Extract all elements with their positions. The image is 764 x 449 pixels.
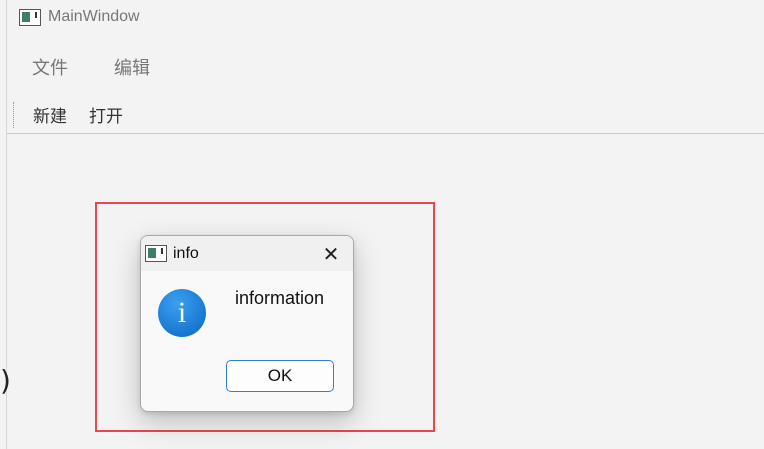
dialog-message: information — [235, 288, 325, 308]
close-icon[interactable]: ✕ — [319, 242, 343, 266]
dialog-app-icon — [145, 245, 167, 262]
menu-file[interactable]: 文件 — [32, 54, 68, 80]
menu-edit[interactable]: 编辑 — [114, 54, 150, 80]
dialog-titlebar: info ✕ — [141, 236, 353, 271]
toolbar: 新建 打开 — [7, 96, 764, 134]
toolbar-new-button[interactable]: 新建 — [33, 102, 67, 127]
toolbar-drag-handle[interactable] — [13, 102, 14, 128]
info-dialog: info ✕ i information OK — [140, 235, 354, 412]
info-icon: i — [158, 289, 206, 337]
window-title: MainWindow — [48, 8, 140, 25]
toolbar-open-button[interactable]: 打开 — [89, 102, 123, 127]
partial-glyph: ) — [0, 364, 11, 397]
dialog-title: info — [173, 244, 199, 262]
window-titlebar: MainWindow — [7, 0, 764, 34]
main-window: MainWindow 文件 编辑 新建 打开 ) info ✕ i inform… — [0, 0, 764, 449]
ok-button[interactable]: OK — [226, 360, 334, 392]
menubar: 文件 编辑 — [7, 48, 764, 86]
app-window-icon — [19, 8, 41, 26]
